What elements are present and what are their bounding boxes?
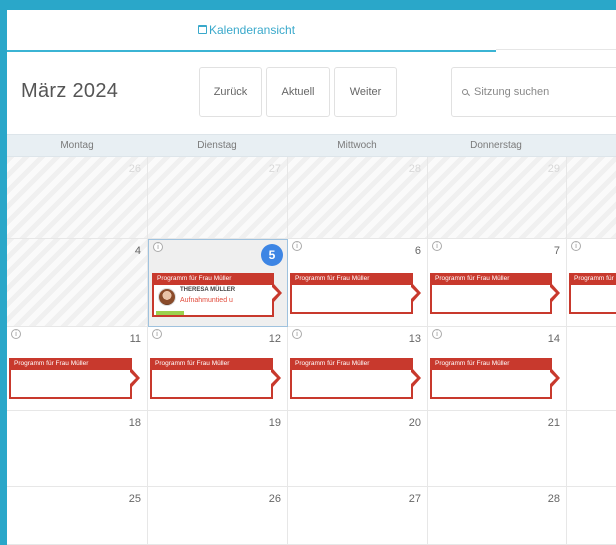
avatar <box>158 288 176 306</box>
info-icon[interactable]: i <box>432 241 442 251</box>
chevron-right-icon <box>410 283 421 303</box>
day-cell[interactable]: 20 <box>288 411 428 487</box>
day-number: 12 <box>268 333 281 345</box>
event-card[interactable]: Programm für Frau Müller <box>9 358 140 399</box>
back-button[interactable]: Zurück <box>199 67 262 117</box>
search-icon <box>462 89 468 95</box>
day-number: 28 <box>547 493 560 505</box>
weekday-header: Montag Dienstag Mittwoch Donnerstag <box>7 134 616 157</box>
day-number: 28 <box>408 163 421 175</box>
weekday-monday: Montag <box>60 140 94 151</box>
event-title: Programm für Frau Müller <box>152 358 271 370</box>
tab-bar: Kalenderansicht <box>7 10 616 52</box>
tab-calendar-label: Kalenderansicht <box>208 23 296 37</box>
event-card[interactable]: Programm für Frau Müller <box>150 358 281 399</box>
info-icon[interactable]: i <box>152 329 162 339</box>
event-title: Programm für Frau Müller <box>432 273 550 285</box>
day-cell[interactable]: 4 <box>7 239 148 327</box>
day-number: 4 <box>134 245 141 257</box>
day-cell[interactable] <box>567 157 616 239</box>
event-title: Programm für Frau Müller <box>292 358 411 370</box>
day-cell[interactable] <box>567 327 616 411</box>
day-number: 29 <box>547 163 560 175</box>
day-cell[interactable]: 29 <box>428 157 567 239</box>
day-number: 14 <box>547 333 560 345</box>
attendee-name: THERESA MÜLLER <box>180 287 236 293</box>
event-card[interactable]: Programm für Frau Müller <box>430 273 560 314</box>
day-cell[interactable]: 28 <box>428 487 567 545</box>
event-title: Programm für Frau Müller <box>292 273 411 285</box>
weekday-tuesday: Dienstag <box>197 140 237 151</box>
info-icon[interactable]: i <box>571 241 581 251</box>
info-icon[interactable]: i <box>292 329 302 339</box>
attendee[interactable]: THERESA MÜLLER Aufnahmuntied u <box>156 287 274 315</box>
search-placeholder: Sitzung suchen <box>474 86 550 98</box>
day-number: 27 <box>408 493 421 505</box>
chevron-right-icon <box>549 368 560 388</box>
event-title: Programm für Frau Müller <box>11 358 130 370</box>
day-cell[interactable]: 19 <box>148 411 288 487</box>
month-title: März 2024 <box>21 80 119 102</box>
event-title: Programm für Frau Müller <box>432 358 550 370</box>
day-cell[interactable]: 25 <box>7 487 148 545</box>
event-title: Programm für Frau Müller <box>571 273 616 285</box>
chevron-right-icon <box>271 283 282 303</box>
chevron-right-icon <box>549 283 560 303</box>
event-card[interactable]: Programm für Frau Müller <box>569 273 616 314</box>
day-number: 21 <box>547 417 560 429</box>
day-number: 20 <box>408 417 421 429</box>
event-title: Programm für Frau Müller <box>154 273 272 285</box>
day-number: 7 <box>553 245 560 257</box>
event-card[interactable]: Programm für Frau Müller <box>430 358 560 399</box>
today-button[interactable]: Aktuell <box>266 67 330 117</box>
status-indicator <box>156 311 184 315</box>
event-card[interactable]: Programm für Frau Müller <box>290 273 421 314</box>
day-number: 27 <box>268 163 281 175</box>
day-cell[interactable] <box>567 411 616 487</box>
today-badge: 5 <box>261 244 283 266</box>
info-icon[interactable]: i <box>153 242 163 252</box>
day-cell[interactable]: 28 <box>288 157 428 239</box>
session-search-input[interactable]: Sitzung suchen <box>451 67 616 117</box>
calendar-app: Kalenderansicht März 2024 Zurück Aktuell… <box>7 10 616 545</box>
day-number: 18 <box>128 417 141 429</box>
day-cell[interactable]: 18 <box>7 411 148 487</box>
day-cell[interactable]: 26 <box>148 487 288 545</box>
info-icon[interactable]: i <box>292 241 302 251</box>
day-number: 11 <box>129 333 141 345</box>
day-cell[interactable]: 26 <box>7 157 148 239</box>
chevron-right-icon <box>410 368 421 388</box>
info-icon[interactable]: i <box>432 329 442 339</box>
attendee-status: Aufnahmuntied u <box>180 297 233 304</box>
weekday-thursday: Donnerstag <box>470 140 522 151</box>
day-number: 26 <box>128 163 141 175</box>
weekday-wednesday: Mittwoch <box>337 140 377 151</box>
day-cell[interactable]: 21 <box>428 411 567 487</box>
day-cell[interactable]: 27 <box>148 157 288 239</box>
day-number: 25 <box>128 493 141 505</box>
tab-calendar-view[interactable]: Kalenderansicht <box>7 10 496 52</box>
day-cell[interactable]: 27 <box>288 487 428 545</box>
chevron-right-icon <box>270 368 281 388</box>
next-button[interactable]: Weiter <box>334 67 397 117</box>
month-grid: 26 27 28 29 4 i 5 i 6 i 7 i i 11 i 12 i … <box>7 157 616 545</box>
day-number: 19 <box>268 417 281 429</box>
day-number: 26 <box>268 493 281 505</box>
day-cell[interactable] <box>567 487 616 545</box>
day-number: 6 <box>414 245 421 257</box>
info-icon[interactable]: i <box>11 329 21 339</box>
day-number: 13 <box>408 333 421 345</box>
calendar-icon <box>197 24 207 34</box>
event-card[interactable]: Programm für Frau Müller <box>290 358 421 399</box>
chevron-right-icon <box>129 368 140 388</box>
event-card[interactable]: Programm für Frau Müller THERESA MÜLLER … <box>152 273 282 317</box>
tab-other[interactable] <box>496 10 616 50</box>
